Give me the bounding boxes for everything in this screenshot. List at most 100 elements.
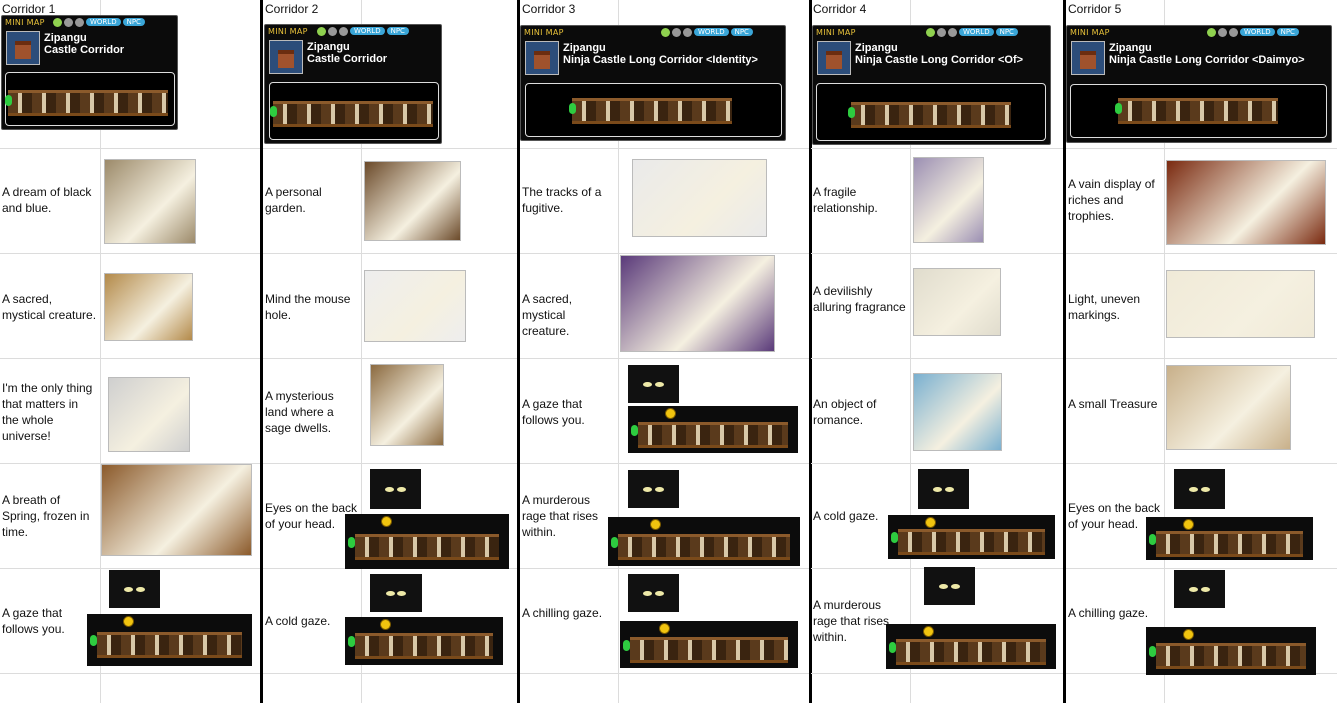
corridor-header: Corridor 3 <box>522 2 576 16</box>
expand-icon[interactable] <box>339 27 348 36</box>
shrink-icon[interactable] <box>64 18 73 27</box>
gaze-image <box>918 469 969 509</box>
shrink-icon[interactable] <box>937 28 946 37</box>
player-marker-icon <box>1149 646 1156 657</box>
castle-icon <box>817 41 851 75</box>
minimap-location: Zipangu Ninja Castle Long Corridor <Iden… <box>563 42 758 66</box>
player-marker-icon <box>90 635 97 646</box>
castle-icon <box>525 41 559 75</box>
minimize-icon[interactable] <box>53 18 62 27</box>
player-marker-icon <box>348 536 355 548</box>
row-divider <box>811 463 1063 464</box>
sacred-creature-scroll-image <box>620 255 775 352</box>
painting-image <box>913 157 984 243</box>
npc-marker-icon <box>1182 519 1194 530</box>
npc-button[interactable]: NPC <box>386 27 409 35</box>
corridor-map-strip <box>896 638 1046 665</box>
npc-marker-icon <box>381 516 393 527</box>
world-button[interactable]: WORLD <box>86 18 121 26</box>
corridor-map-strip <box>638 421 788 448</box>
clue-text: A gaze that follows you. <box>2 606 65 636</box>
clue-text: I'm the only thing that matters in the w… <box>2 381 93 443</box>
map-name: Castle Corridor <box>44 44 125 56</box>
npc-button[interactable]: NPC <box>122 18 145 26</box>
minimap-title: MINI MAP <box>5 18 45 27</box>
clue-text: A chilling gaze. <box>1068 606 1149 620</box>
corridor-map-strip <box>630 636 788 663</box>
minimap-controls: WORLD NPC <box>317 27 409 36</box>
expand-icon[interactable] <box>683 28 692 37</box>
npc-marker-icon <box>379 619 391 630</box>
minimap-controls: WORLD NPC <box>661 28 753 37</box>
corridor-map-strip <box>97 632 242 658</box>
row-divider <box>263 463 517 464</box>
player-marker-icon <box>270 106 277 117</box>
minimap-controls: WORLD NPC <box>1207 28 1299 37</box>
region-name: Zipangu <box>855 42 898 54</box>
gaze-image <box>370 574 422 612</box>
minimap-controls: WORLD NPC <box>53 18 145 27</box>
map-name: Ninja Castle Long Corridor <Identity> <box>563 54 758 66</box>
row-divider <box>263 358 517 359</box>
expand-icon[interactable] <box>948 28 957 37</box>
player-marker-icon <box>848 107 855 118</box>
minimap-title: MINI MAP <box>816 28 856 37</box>
castle-icon <box>6 31 40 65</box>
rage-image <box>924 567 975 605</box>
clue-text: A chilling gaze. <box>522 606 603 620</box>
npc-button[interactable]: NPC <box>1276 28 1299 36</box>
npc-marker-icon <box>924 517 936 528</box>
blue-vase-image <box>104 159 196 244</box>
region-name: Zipangu <box>307 41 350 53</box>
minimize-icon[interactable] <box>661 28 670 37</box>
region-name: Zipangu <box>44 32 87 44</box>
world-button[interactable]: WORLD <box>694 28 729 36</box>
row-divider <box>1066 568 1337 569</box>
minimize-icon[interactable] <box>317 27 326 36</box>
minimize-icon[interactable] <box>1207 28 1216 37</box>
expand-icon[interactable] <box>75 18 84 27</box>
map-name: Ninja Castle Long Corridor <Daimyo> <box>1109 54 1305 66</box>
eyes-image <box>1174 469 1225 509</box>
row-divider <box>0 253 260 254</box>
player-marker-icon <box>348 636 355 647</box>
corridor-map-strip <box>355 633 493 659</box>
corridor-map-strip <box>898 529 1045 555</box>
gaze-image <box>1174 570 1225 608</box>
npc-button[interactable]: NPC <box>730 28 753 36</box>
npc-button[interactable]: NPC <box>995 28 1018 36</box>
corridor-header: Corridor 4 <box>813 2 867 16</box>
gaze-image <box>628 574 679 612</box>
row-divider <box>520 568 809 569</box>
row-divider <box>0 568 260 569</box>
tracks-image <box>632 159 767 237</box>
row-divider <box>1066 463 1337 464</box>
region-name: Zipangu <box>1109 42 1152 54</box>
player-marker-icon <box>631 424 638 436</box>
minimap-controls: WORLD NPC <box>926 28 1018 37</box>
world-button[interactable]: WORLD <box>959 28 994 36</box>
corridor-map-strip <box>572 98 732 124</box>
rage-image <box>628 470 679 508</box>
vase-image <box>370 364 444 446</box>
clue-text: A devilishly alluring fragrance <box>813 284 906 314</box>
clue-text: A personal garden. <box>265 185 322 215</box>
world-button[interactable]: WORLD <box>350 27 385 35</box>
mouse-hole-image <box>364 270 466 342</box>
minimize-icon[interactable] <box>926 28 935 37</box>
corridor-map-strip <box>355 533 499 560</box>
row-divider <box>1066 148 1337 149</box>
clue-text: A gaze that follows you. <box>522 397 585 427</box>
fragrance-jars-image <box>913 268 1001 336</box>
world-button[interactable]: WORLD <box>1240 28 1275 36</box>
shrink-icon[interactable] <box>328 27 337 36</box>
shrink-icon[interactable] <box>1218 28 1227 37</box>
minimap-title: MINI MAP <box>524 28 564 37</box>
shrink-icon[interactable] <box>672 28 681 37</box>
expand-icon[interactable] <box>1229 28 1238 37</box>
minimap-title: MINI MAP <box>1070 28 1110 37</box>
spring-flowers-image <box>101 464 252 556</box>
portrait-image <box>108 377 190 452</box>
castle-icon <box>1071 41 1105 75</box>
clue-text: A mysterious land where a sage dwells. <box>265 389 334 435</box>
